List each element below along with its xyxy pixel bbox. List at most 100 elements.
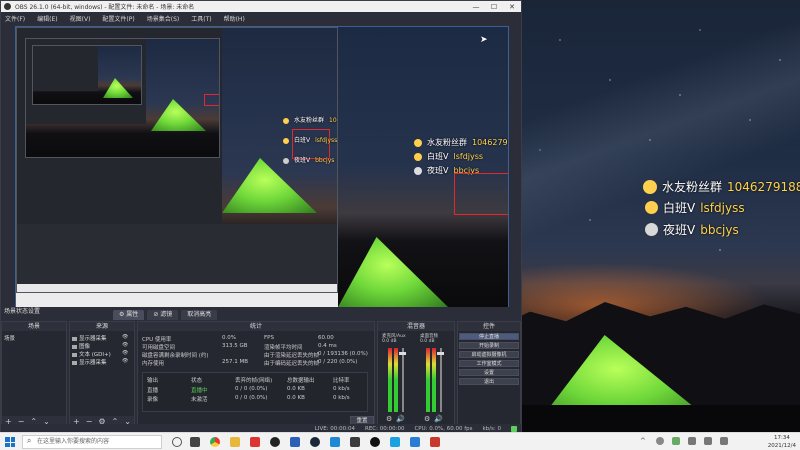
virtual-camera-button[interactable]: 启动虚拟摄像机 [459, 351, 519, 358]
source-item[interactable]: 文本 (GDI+) [72, 350, 111, 358]
exit-button[interactable]: 退出 [459, 378, 519, 385]
milky-way [520, 0, 800, 300]
stats-dock: 统计 CPU 使用率 0.0% FPS 60.00 可用磁盘空间 313.5 G… [137, 321, 375, 427]
table-cell: 录像 [147, 397, 159, 403]
nested-overlay-text: 水友粉丝群1046279188 白班Vlsfdjyss 夜班Vbbcjys [283, 116, 337, 166]
menu-scene-collection[interactable]: 场景集合(S) [147, 14, 180, 23]
dock-area: 场景状态设置 ⚙ 属性 ⊘ 滤镜 取消高亮 场景 场景 + − ⌃ ⌄ 来源 显… [1, 307, 521, 433]
speaker-icon[interactable]: 🔊 [396, 415, 405, 423]
volume-slider[interactable] [440, 348, 442, 412]
volume-meter [426, 348, 430, 412]
steam-icon[interactable] [310, 437, 320, 447]
app-icon[interactable] [270, 437, 280, 447]
stat-value: 0.0% [222, 335, 236, 341]
source-item[interactable]: 图像 [72, 342, 90, 350]
menu-file[interactable]: 文件(F) [5, 14, 25, 23]
column-header: 总数据输出 [287, 378, 315, 384]
tray-icon[interactable] [672, 437, 680, 445]
app-icon[interactable] [430, 437, 440, 447]
visibility-eye-icon[interactable]: 👁 [122, 350, 128, 356]
app-icon[interactable] [190, 437, 200, 447]
app-icon[interactable] [390, 437, 400, 447]
mixer-settings-icon[interactable]: ⚙ [386, 415, 392, 423]
source-item[interactable]: 显示器采集 [72, 358, 107, 366]
source-item[interactable]: 显示器采集 [72, 334, 107, 342]
maximize-button[interactable]: ☐ [485, 3, 503, 11]
start-recording-button[interactable]: 开始录制 [459, 342, 519, 349]
scene-item[interactable]: 场景 [4, 334, 15, 342]
network-icon[interactable] [688, 437, 696, 445]
volume-slider-knob[interactable] [437, 352, 444, 355]
obs-window[interactable]: OBS 26.1.0 (64-bit, windows) - 配置文件: 未命名… [0, 0, 522, 433]
volume-slider[interactable] [402, 348, 404, 412]
clock-time: 17:34 [773, 435, 790, 441]
sources-dock: 来源 显示器采集 图像 文本 (GDI+) 显示器采集 👁 👁 👁 👁 + − … [69, 321, 135, 427]
app-icon[interactable] [410, 437, 420, 447]
file-explorer-icon[interactable] [230, 437, 240, 447]
title-bar[interactable]: OBS 26.1.0 (64-bit, windows) - 配置文件: 未命名… [1, 1, 521, 12]
task-view-icon[interactable] [172, 437, 182, 447]
column-header: 丢弃的帧(网络) [235, 378, 273, 384]
volume-slider-knob[interactable] [399, 352, 406, 355]
stat-label: CPU 使用率 [142, 337, 172, 343]
channel-db: 0.0 dB [382, 339, 397, 344]
stat-label: 由于编码延迟丢失的帧 [264, 361, 320, 367]
table-cell: 直播 [147, 388, 159, 394]
tray-icon[interactable] [656, 437, 664, 445]
close-button[interactable]: ✕ [503, 3, 521, 11]
taskbar-search-input[interactable]: 在这里输入你要搜索的内容 [22, 435, 162, 449]
stat-value: 313.5 GB [222, 343, 248, 349]
volume-meter [432, 348, 436, 412]
properties-tab[interactable]: ⚙ 属性 [113, 310, 145, 320]
scene-status-label: 场景状态设置 [1, 307, 521, 317]
menu-tools[interactable]: 工具(T) [191, 14, 211, 23]
speaker-icon[interactable]: 🔊 [434, 415, 443, 423]
volume-icon[interactable] [704, 437, 712, 445]
mixer-title: 混音器 [378, 322, 454, 331]
mixer-settings-icon[interactable]: ⚙ [424, 415, 430, 423]
app-icon[interactable] [330, 437, 340, 447]
nested-desktop-1: 水友粉丝群1046279188 白班Vlsfdjyss 夜班Vbbcjys [16, 27, 338, 293]
mouse-cursor-icon: ➤ [480, 35, 488, 45]
settings-button[interactable]: 设置 [459, 369, 519, 376]
overlay-value: 1046279188 [727, 179, 800, 194]
table-cell: 0 kb/s [333, 386, 350, 392]
preview-canvas[interactable]: 水友粉丝群1046279188 白班Vlsfdjyss 夜班Vbbcjys 水友… [15, 26, 509, 308]
window-title: OBS 26.1.0 (64-bit, windows) - 配置文件: 未命名… [15, 4, 195, 11]
tray-chevron-icon[interactable]: ^ [640, 437, 646, 445]
minimize-button[interactable]: — [467, 3, 485, 11]
app-icon[interactable] [290, 437, 300, 447]
image-icon [72, 344, 77, 349]
app-icon[interactable] [350, 437, 360, 447]
stop-streaming-button[interactable]: 停止直播 [459, 333, 519, 340]
preview-overlay-1: 水友粉丝群1046279188 [414, 137, 508, 148]
column-header: 比特率 [333, 378, 350, 384]
chrome-icon[interactable] [210, 437, 220, 447]
visibility-eye-icon[interactable]: 👁 [122, 334, 128, 340]
filters-tab[interactable]: ⊘ 滤镜 [147, 310, 179, 320]
stat-value: 0.4 ms [318, 343, 337, 349]
visibility-eye-icon[interactable]: 👁 [122, 358, 128, 364]
ime-icon[interactable] [720, 437, 728, 445]
preview-overlay-2: 白班V lsfdjyss [414, 151, 483, 162]
obs-taskbar-icon[interactable] [370, 437, 380, 447]
nested-desktop-2 [25, 38, 220, 158]
monitor-icon [72, 360, 77, 365]
start-windows-icon[interactable] [5, 437, 15, 447]
deselect-tab[interactable]: 取消高亮 [181, 310, 218, 320]
scenes-title: 场景 [2, 322, 66, 331]
studio-mode-button[interactable]: 工作室模式 [459, 360, 519, 367]
stat-label: 可用磁盘空间 [142, 345, 176, 351]
sources-title: 来源 [70, 322, 134, 331]
rec-timer: REC: 00:00:00 [365, 425, 405, 432]
monitor-icon [72, 336, 77, 341]
source-selection-box[interactable] [454, 173, 508, 215]
menu-view[interactable]: 视图(V) [70, 14, 91, 23]
status-badge: 未激活 [191, 397, 208, 403]
menu-help[interactable]: 帮助(H) [224, 14, 245, 23]
menu-profile[interactable]: 配置文件(P) [102, 14, 134, 23]
menu-edit[interactable]: 编辑(E) [37, 14, 57, 23]
clock[interactable]: 17:34 2021/12/4 [768, 434, 796, 450]
visibility-eye-icon[interactable]: 👁 [122, 342, 128, 348]
app-icon[interactable] [250, 437, 260, 447]
